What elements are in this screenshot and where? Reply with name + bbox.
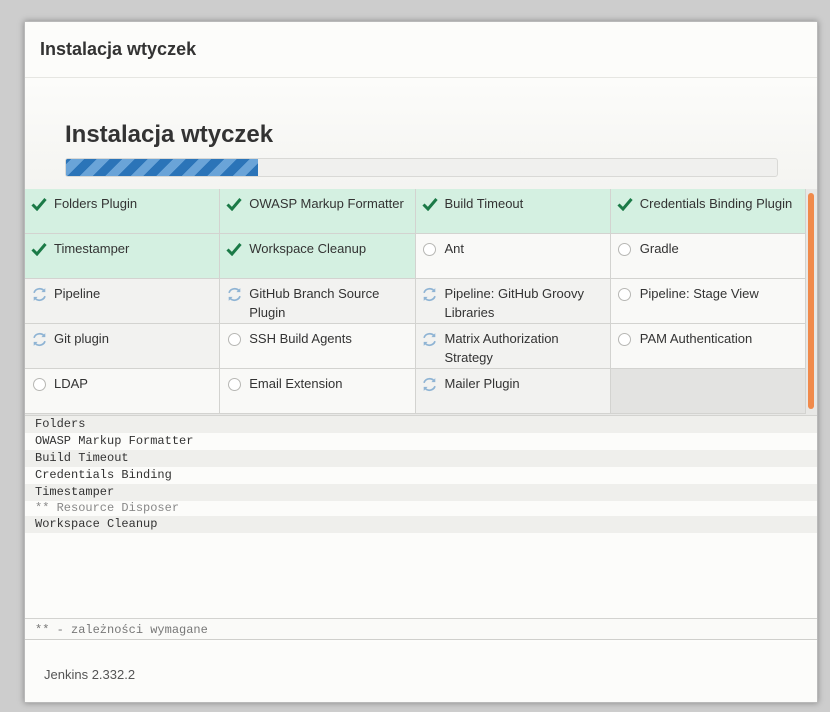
log-line: OWASP Markup Formatter bbox=[35, 434, 194, 448]
plugin-item: OWASP Markup Formatter bbox=[220, 189, 416, 234]
install-progress-bar bbox=[65, 158, 778, 177]
plugin-name: Folders Plugin bbox=[54, 196, 138, 211]
plugin-name: Workspace Cleanup bbox=[249, 241, 367, 256]
plugin-item: Pipeline: Stage View bbox=[610, 279, 806, 324]
log-line: Timestamper bbox=[25, 484, 817, 501]
dialog-header: Instalacja wtyczek bbox=[25, 22, 817, 78]
checkmark-icon bbox=[421, 195, 439, 213]
circle-icon bbox=[616, 330, 634, 348]
plugin-item: Matrix Authorization Strategy bbox=[415, 324, 611, 369]
empty-cell bbox=[610, 369, 806, 414]
plugin-item: Mailer Plugin bbox=[415, 369, 611, 414]
log-line: Workspace Cleanup bbox=[25, 516, 817, 533]
plugin-item: LDAP bbox=[25, 369, 221, 414]
checkmark-icon bbox=[30, 195, 48, 213]
install-progress-section: Instalacja wtyczek bbox=[25, 78, 817, 189]
plugin-name: GitHub Branch Source Plugin bbox=[249, 286, 380, 320]
plugin-item: GitHub Branch Source Plugin bbox=[220, 279, 416, 324]
refresh-icon bbox=[225, 285, 243, 303]
refresh-icon bbox=[30, 285, 48, 303]
log-line: Credentials Binding bbox=[35, 468, 172, 482]
plugin-name: Matrix Authorization Strategy bbox=[444, 331, 559, 365]
section-title: Instalacja wtyczek bbox=[65, 121, 274, 148]
refresh-icon bbox=[421, 375, 439, 393]
plugin-name: Pipeline bbox=[54, 286, 101, 301]
refresh-icon bbox=[30, 330, 48, 348]
plugin-item: SSH Build Agents bbox=[220, 324, 416, 369]
jenkins-version: Jenkins 2.332.2 bbox=[44, 667, 136, 682]
plugin-name: Gradle bbox=[639, 241, 679, 256]
circle-icon bbox=[421, 240, 439, 258]
log-line: Folders bbox=[25, 416, 817, 433]
plugin-item: Folders Plugin bbox=[25, 189, 221, 234]
plugin-name: Email Extension bbox=[249, 376, 343, 391]
progress-fill bbox=[66, 159, 258, 176]
plugin-name: Build Timeout bbox=[444, 196, 524, 211]
circle-icon bbox=[616, 240, 634, 258]
plugin-item: Pipeline bbox=[25, 279, 221, 324]
plugin-item: Git plugin bbox=[25, 324, 221, 369]
dialog-title: Instalacja wtyczek bbox=[40, 39, 197, 59]
plugin-install-dialog: Instalacja wtyczek Instalacja wtyczek Fo… bbox=[24, 21, 818, 703]
plugin-name: Git plugin bbox=[54, 331, 109, 346]
plugin-item: Pipeline: GitHub Groovy Libraries bbox=[415, 279, 611, 324]
circle-icon bbox=[225, 330, 243, 348]
grid-scrollbar[interactable] bbox=[808, 193, 814, 409]
plugin-item: Timestamper bbox=[25, 234, 221, 279]
plugin-name: Pipeline: GitHub Groovy Libraries bbox=[444, 286, 584, 320]
plugin-name: Ant bbox=[444, 241, 465, 256]
plugin-name: Credentials Binding Plugin bbox=[639, 196, 793, 211]
checkmark-icon bbox=[30, 240, 48, 258]
plugin-item: Credentials Binding Plugin bbox=[610, 189, 806, 234]
plugin-name: SSH Build Agents bbox=[249, 331, 352, 346]
plugin-name: Mailer Plugin bbox=[444, 376, 520, 391]
plugin-grid-container[interactable]: Folders Plugin OWASP Markup Formatter Buil… bbox=[25, 189, 817, 415]
plugin-name: PAM Authentication bbox=[639, 331, 753, 346]
plugin-item: Email Extension bbox=[220, 369, 416, 414]
plugin-name: Pipeline: Stage View bbox=[639, 286, 759, 301]
plugin-item: Ant bbox=[415, 234, 611, 279]
install-log: Folders OWASP Markup Formatter Build Timeo… bbox=[25, 415, 817, 619]
plugin-grid: Folders Plugin OWASP Markup Formatter Buil… bbox=[25, 189, 806, 414]
plugin-item: Build Timeout bbox=[415, 189, 611, 234]
plugin-name: Timestamper bbox=[54, 241, 130, 256]
circle-icon bbox=[225, 375, 243, 393]
circle-icon bbox=[616, 285, 634, 303]
log-line-dependency: ** Resource Disposer bbox=[35, 501, 180, 515]
checkmark-icon bbox=[616, 195, 634, 213]
dialog-footer: Jenkins 2.332.2 bbox=[25, 642, 817, 702]
plugin-item: PAM Authentication bbox=[610, 324, 806, 369]
checkmark-icon bbox=[225, 195, 243, 213]
plugin-item: Workspace Cleanup bbox=[220, 234, 416, 279]
refresh-icon bbox=[421, 330, 439, 348]
plugin-name: OWASP Markup Formatter bbox=[249, 196, 404, 211]
log-line: Build Timeout bbox=[25, 450, 817, 467]
dependency-legend: ** - zależności wymagane bbox=[25, 618, 817, 640]
refresh-icon bbox=[421, 285, 439, 303]
plugin-item: Gradle bbox=[610, 234, 806, 279]
circle-icon bbox=[30, 375, 48, 393]
checkmark-icon bbox=[225, 240, 243, 258]
plugin-name: LDAP bbox=[54, 376, 88, 391]
